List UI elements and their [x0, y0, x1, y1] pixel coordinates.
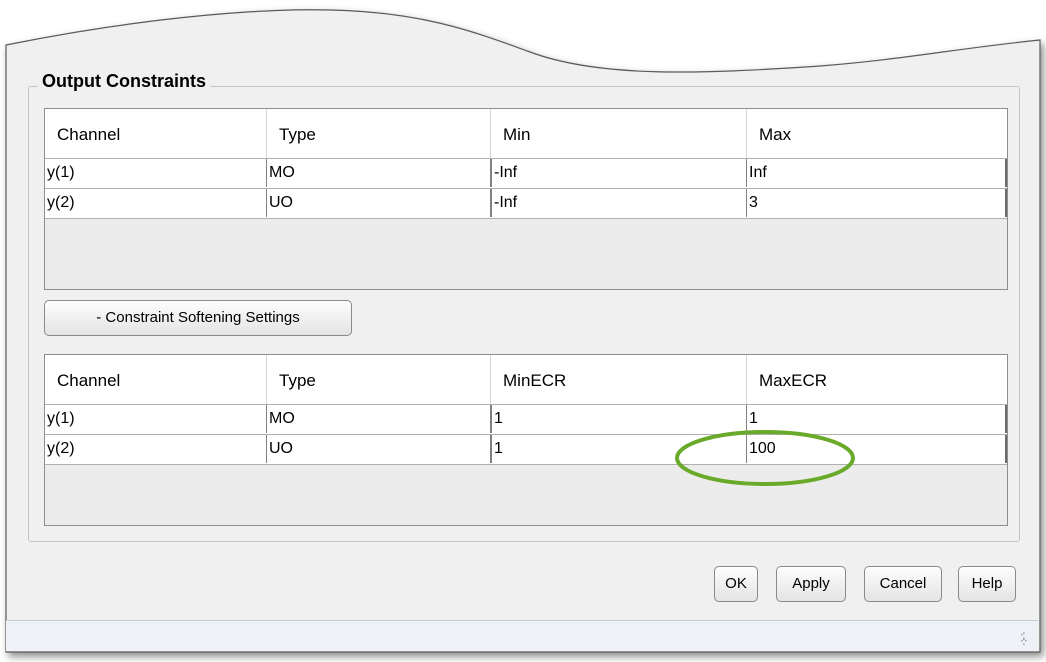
- table-row[interactable]: y(2) UO 1 100: [45, 434, 1007, 465]
- cell-type: MO: [267, 159, 491, 187]
- cell-min-input[interactable]: -Inf: [491, 159, 747, 187]
- cell-channel: y(1): [45, 405, 267, 433]
- cell-type: UO: [267, 189, 491, 217]
- cell-type: UO: [267, 435, 491, 463]
- cancel-button[interactable]: Cancel: [864, 566, 942, 602]
- column-header-max[interactable]: Max: [747, 109, 1007, 158]
- column-header-minecr[interactable]: MinECR: [491, 355, 747, 404]
- softening-table: Channel Type MinECR MaxECR y(1) MO 1 1 y…: [44, 354, 1008, 526]
- table-header: Channel Type MinECR MaxECR: [45, 355, 1007, 404]
- cell-channel: y(1): [45, 159, 267, 187]
- table-header: Channel Type Min Max: [45, 109, 1007, 158]
- column-header-min[interactable]: Min: [491, 109, 747, 158]
- cell-channel: y(2): [45, 435, 267, 463]
- cell-maxecr-input[interactable]: 100: [747, 435, 1007, 463]
- column-header-type[interactable]: Type: [267, 355, 491, 404]
- group-title: Output Constraints: [38, 71, 210, 92]
- table-row[interactable]: y(2) UO -Inf 3: [45, 188, 1007, 219]
- constraint-softening-toggle-button[interactable]: - Constraint Softening Settings: [44, 300, 352, 336]
- cell-max-input[interactable]: Inf: [747, 159, 1007, 187]
- table-row[interactable]: y(1) MO -Inf Inf: [45, 158, 1007, 188]
- ok-button[interactable]: OK: [714, 566, 758, 602]
- cell-min-input[interactable]: -Inf: [491, 189, 747, 217]
- cell-minecr-input[interactable]: 1: [491, 405, 747, 433]
- column-header-channel[interactable]: Channel: [45, 109, 267, 158]
- column-header-channel[interactable]: Channel: [45, 355, 267, 404]
- cell-minecr-input[interactable]: 1: [491, 435, 747, 463]
- cell-channel: y(2): [45, 189, 267, 217]
- cell-type: MO: [267, 405, 491, 433]
- column-header-maxecr[interactable]: MaxECR: [747, 355, 1007, 404]
- apply-button[interactable]: Apply: [776, 566, 846, 602]
- output-constraints-table: Channel Type Min Max y(1) MO -Inf Inf y(…: [44, 108, 1008, 290]
- cell-maxecr-input[interactable]: 1: [747, 405, 1007, 433]
- status-bar: [6, 620, 1038, 651]
- cell-max-input[interactable]: 3: [747, 189, 1007, 217]
- column-header-type[interactable]: Type: [267, 109, 491, 158]
- resize-grip-icon[interactable]: ·: ·:·: [1020, 629, 1028, 647]
- help-button[interactable]: Help: [958, 566, 1016, 602]
- table-row[interactable]: y(1) MO 1 1: [45, 404, 1007, 434]
